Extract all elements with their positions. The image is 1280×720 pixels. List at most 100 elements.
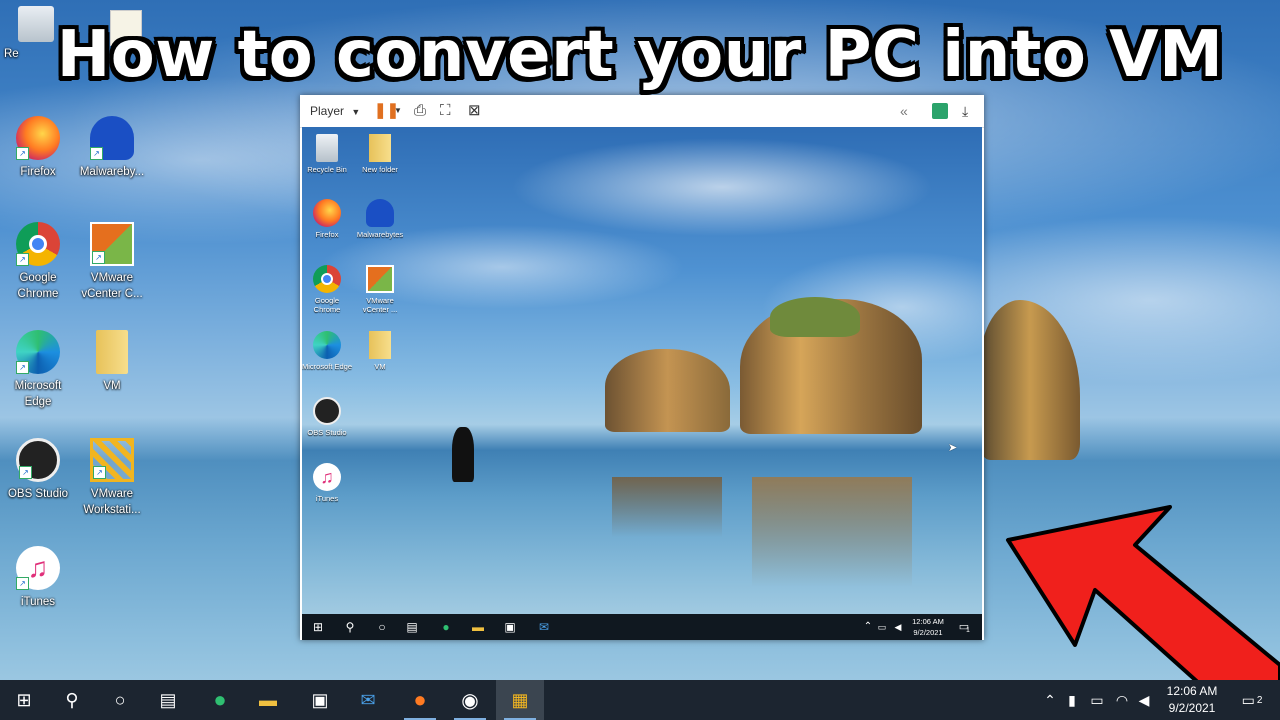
vm-icon-label: VM xyxy=(374,362,386,371)
chevron-up-icon: ⌃ xyxy=(1044,691,1056,708)
vm-clock[interactable]: 12:06 AM 9/2/2021 xyxy=(906,616,950,638)
vm-icon-label: New folder xyxy=(362,165,398,174)
desktop-icon-itunes[interactable]: ♫ ↗ iTunes xyxy=(2,546,74,610)
edge-icon[interactable]: ● xyxy=(438,619,454,635)
double-chevron-left-icon[interactable]: « xyxy=(900,101,908,121)
vm-icon-label: Microsoft Edge xyxy=(302,362,353,371)
vm-icon-label: Firefox xyxy=(315,230,339,239)
mail-icon[interactable]: ✉ xyxy=(536,619,552,635)
taskbar-obs[interactable]: ◉ xyxy=(446,680,494,720)
desktop-icon-label: Firefox xyxy=(20,166,56,178)
battery-icon[interactable]: ▭ xyxy=(1086,680,1108,720)
file-explorer-icon[interactable]: ▬ xyxy=(470,619,486,635)
vm-desktop-icon-itunes[interactable]: ♫ iTunes xyxy=(302,463,353,503)
edge-icon: ↗ xyxy=(16,330,60,374)
cortana-button[interactable]: ○ xyxy=(96,680,144,720)
obs-icon xyxy=(313,397,341,425)
cortana-icon[interactable]: ○ xyxy=(374,619,390,635)
taskbar-store[interactable]: ▣ xyxy=(296,680,344,720)
taskbar-file-explorer[interactable]: ▬ xyxy=(244,680,292,720)
vm-desktop-icon-new-folder[interactable]: New folder xyxy=(354,134,406,174)
task-view-button[interactable]: ▤ xyxy=(144,680,192,720)
notes-icon[interactable] xyxy=(932,103,948,119)
malwarebytes-icon: ↗ xyxy=(90,116,134,160)
taskbar-edge[interactable]: ● xyxy=(196,680,244,720)
desktop-icon-firefox[interactable]: ↗ Firefox xyxy=(2,116,74,180)
vm-date: 9/2/2021 xyxy=(913,628,943,637)
vm-desktop-icon-edge[interactable]: Microsoft Edge xyxy=(302,331,353,371)
notification-badge: 2 xyxy=(1256,694,1263,706)
task-view-icon[interactable]: ▤ xyxy=(404,619,420,635)
search-icon[interactable]: ⚲ xyxy=(342,619,358,635)
unity-icon[interactable]: ⊠ xyxy=(468,101,481,121)
vm-desktop-icon-firefox[interactable]: Firefox xyxy=(302,199,353,239)
desktop-icon-label: OBS Studio xyxy=(7,488,69,500)
vm-time: 12:06 AM xyxy=(912,617,944,626)
vm-icon-label: Google Chrome xyxy=(313,296,341,314)
send-ctrl-alt-del-icon[interactable]: ⎙ xyxy=(414,101,426,121)
network-icon[interactable]: ▭ xyxy=(874,619,890,635)
desktop-icon-label: VM xyxy=(103,380,121,392)
desktop-icon-vmware-workstation[interactable]: ↗ VMware Workstati... xyxy=(76,438,148,518)
folder-icon xyxy=(96,330,128,374)
desktop-icon-chrome[interactable]: ↗ Google Chrome xyxy=(2,222,74,302)
obs-icon: ↗ xyxy=(16,438,60,482)
mouse-cursor-icon: ➤ xyxy=(948,442,958,454)
vmware-vcenter-icon: ↗ xyxy=(90,222,134,266)
itunes-icon: ♫ xyxy=(313,463,341,491)
vm-desktop-icon-malwarebytes[interactable]: Malwarebytes xyxy=(354,199,406,239)
chevron-down-icon: ▼ xyxy=(351,107,361,117)
show-hidden-icons-button[interactable]: ⌃ xyxy=(1040,680,1060,720)
taskbar-clock[interactable]: 12:06 AM 9/2/2021 xyxy=(1158,683,1226,717)
taskbar-mail[interactable]: ✉ xyxy=(344,680,392,720)
vm-desktop-icon-obs[interactable]: OBS Studio xyxy=(302,397,353,437)
vm-desktop-icon-recycle-bin[interactable]: Recycle Bin xyxy=(302,134,353,174)
desktop-icon-malwarebytes[interactable]: ↗ Malwareby... xyxy=(76,116,148,180)
volume-icon[interactable]: ◀ xyxy=(1134,680,1154,720)
chrome-icon xyxy=(313,265,341,293)
vm-guest-screen[interactable]: Recycle Bin New folder Firefox Malwareby… xyxy=(302,127,982,640)
desktop-icon-vm-folder[interactable]: VM xyxy=(76,330,148,394)
player-menu-label: Player xyxy=(310,104,345,118)
firefox-icon: ↗ xyxy=(16,116,60,160)
volume-icon[interactable]: ◀ xyxy=(890,619,906,635)
desktop-icon-obs[interactable]: ↗ OBS Studio xyxy=(2,438,74,502)
vmware-workstation-icon: ▦ xyxy=(511,689,529,710)
edge-icon xyxy=(313,331,341,359)
vm-icon-label: VMware vCenter ... xyxy=(362,296,398,314)
start-icon[interactable]: ⊞ xyxy=(310,619,326,635)
vm-desktop-icon-vmware-vcenter[interactable]: VMware vCenter ... xyxy=(354,265,406,314)
vm-desktop-icon-chrome[interactable]: Google Chrome xyxy=(302,265,353,314)
download-icon[interactable]: ⤓ xyxy=(962,101,968,121)
taskbar: ⊞ ⚲ ○ ▤ ● ▬ ▣ ✉ ● ◉ ▦ ⌃ ▮ ▭ ◠ ◀ 12:06 AM… xyxy=(0,680,1280,720)
usb-icon[interactable]: ▮ xyxy=(1062,680,1082,720)
pause-dropdown-icon[interactable]: ▼ xyxy=(394,101,402,121)
vm-desktop-icon-vm-folder[interactable]: VM xyxy=(354,331,406,371)
wifi-icon[interactable]: ◠ xyxy=(1112,680,1132,720)
windows-icon: ⊞ xyxy=(16,689,32,710)
taskbar-vmware[interactable]: ▦ xyxy=(496,680,544,720)
recycle-bin-icon xyxy=(316,134,338,162)
wallpaper-rock-grass xyxy=(770,297,860,337)
vm-icon-label: iTunes xyxy=(315,494,339,503)
desktop-icon-edge[interactable]: ↗ Microsoft Edge xyxy=(2,330,74,410)
vm-notification-badge: 1 xyxy=(966,627,970,634)
taskbar-firefox[interactable]: ● xyxy=(396,680,444,720)
firefox-icon: ● xyxy=(413,687,427,712)
store-icon[interactable]: ▣ xyxy=(502,619,518,635)
desktop-icon-vmware-vcenter[interactable]: ↗ VMware vCenter C... xyxy=(76,222,148,302)
vm-icon-label: OBS Studio xyxy=(307,428,347,437)
start-button[interactable]: ⊞ xyxy=(0,680,48,720)
firefox-icon xyxy=(313,199,341,227)
notification-icon: ▭ xyxy=(1241,691,1255,708)
taskbar-time: 12:06 AM xyxy=(1166,684,1218,698)
player-menu[interactable]: Player ▼ xyxy=(310,101,360,121)
vm-taskbar: ⊞ ⚲ ○ ▤ ● ▬ ▣ ✉ ⌃ ▭ ◀ 12:06 AM 9/2/2021 … xyxy=(302,614,982,640)
notification-center-button[interactable]: ▭ 2 xyxy=(1232,680,1272,720)
fit-guest-icon[interactable]: ⛶ xyxy=(440,101,451,121)
vm-icon-label: Recycle Bin xyxy=(307,165,347,174)
vmware-player-window[interactable]: Player ▼ ❚❚ ▼ ⎙ ⛶ ⊠ « ⤓ Recycle Bin New … xyxy=(300,95,984,640)
folder-icon xyxy=(369,134,391,162)
folder-icon xyxy=(369,331,391,359)
search-button[interactable]: ⚲ xyxy=(48,680,96,720)
